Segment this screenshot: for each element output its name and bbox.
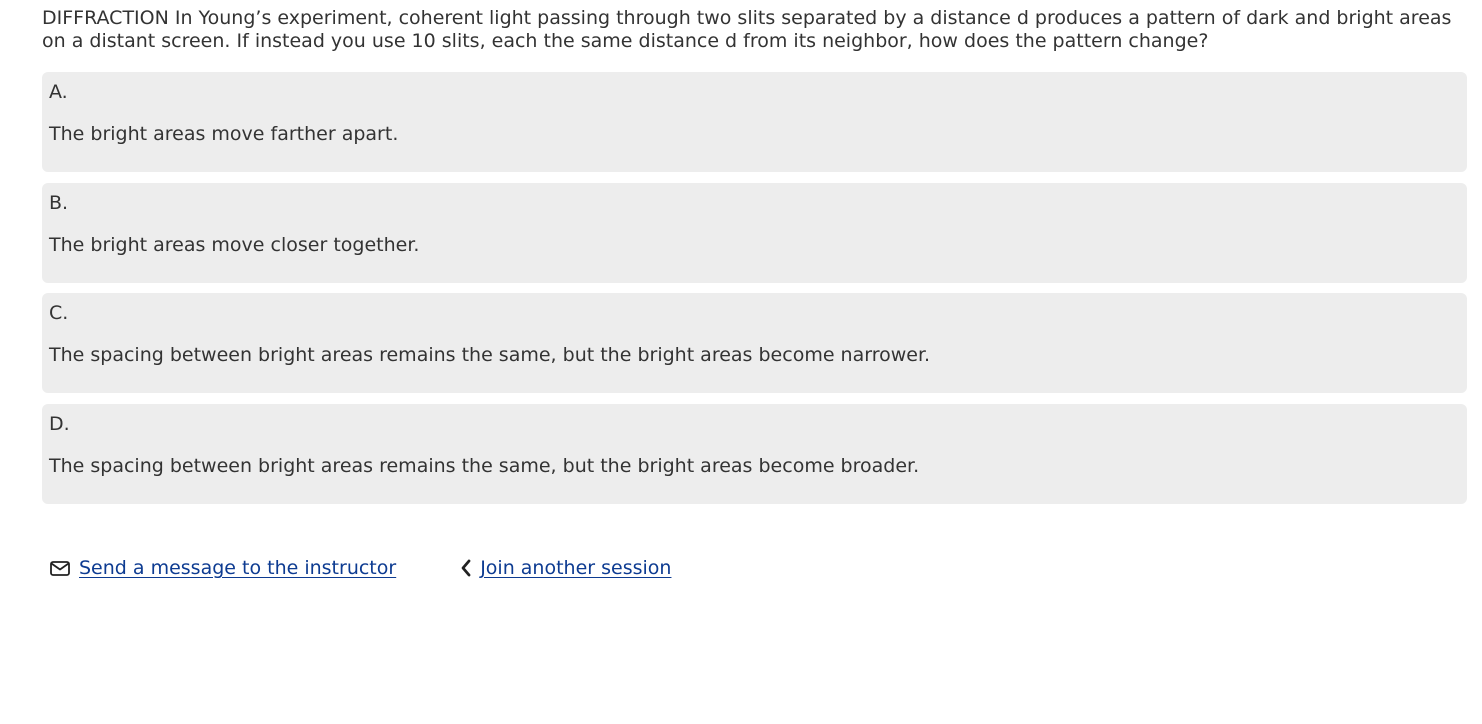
- choice-letter: A.: [49, 81, 68, 103]
- answer-choices: A. The bright areas move farther apart. …: [42, 72, 1467, 514]
- footer-links: Send a message to the instructor Join an…: [49, 556, 671, 580]
- choice-text: The spacing between bright areas remains…: [49, 344, 931, 367]
- choice-c[interactable]: C. The spacing between bright areas rema…: [42, 293, 1467, 394]
- choice-a[interactable]: A. The bright areas move farther apart.: [42, 72, 1467, 172]
- choice-text: The bright areas move farther apart.: [49, 123, 399, 145]
- choice-text: The spacing between bright areas remains…: [49, 454, 920, 477]
- message-instructor-link[interactable]: Send a message to the instructor: [79, 556, 396, 580]
- choice-text: The bright areas move closer together.: [49, 233, 420, 256]
- envelope-icon: [49, 556, 71, 580]
- chevron-left-icon[interactable]: [458, 556, 474, 580]
- join-session-item: Join another session: [458, 556, 671, 580]
- choice-letter: C.: [49, 302, 69, 325]
- choice-b[interactable]: B. The bright areas move closer together…: [42, 182, 1467, 283]
- choice-letter: B.: [49, 191, 69, 214]
- message-instructor-item: Send a message to the instructor: [49, 556, 396, 580]
- choice-letter: D.: [49, 412, 70, 435]
- join-session-link[interactable]: Join another session: [480, 556, 671, 580]
- question-text: DIFFRACTION In Young’s experiment, coher…: [42, 7, 1452, 52]
- choice-d[interactable]: D. The spacing between bright areas rema…: [42, 403, 1467, 504]
